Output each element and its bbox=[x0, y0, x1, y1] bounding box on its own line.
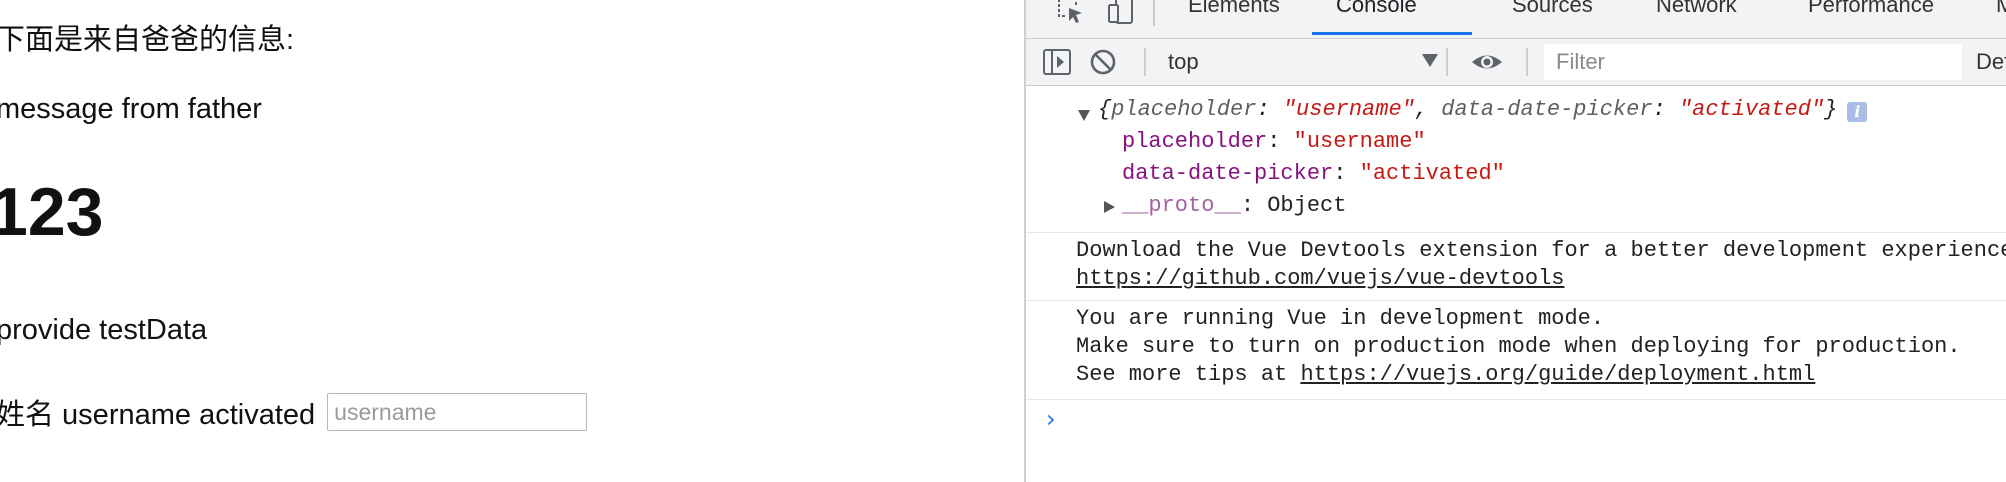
log-levels-dropdown[interactable]: Default levels bbox=[1976, 49, 2006, 75]
tab-separator bbox=[1153, 0, 1155, 26]
console-message-devtools: Download the Vue Devtools extension for … bbox=[1026, 233, 2006, 301]
console-prompt-chevron-icon: › bbox=[1046, 405, 1056, 433]
deployment-tips-link[interactable]: https://vuejs.org/guide/deployment.html bbox=[1300, 362, 1815, 387]
console-message-object: {placeholder: "username", data-date-pick… bbox=[1026, 86, 2006, 233]
username-input[interactable] bbox=[327, 393, 588, 431]
device-toolbar-icon[interactable] bbox=[1107, 0, 1137, 26]
tab-network[interactable]: Network bbox=[1656, 0, 1737, 18]
active-tab-indicator bbox=[1312, 32, 1472, 35]
object-summary[interactable]: {placeholder: "username", data-date-pick… bbox=[1098, 96, 1868, 124]
live-expression-eye-icon[interactable] bbox=[1470, 47, 1504, 77]
console-output: {placeholder: "username", data-date-pick… bbox=[1026, 86, 2006, 482]
toolbar-separator bbox=[1144, 48, 1146, 76]
console-prompt-input[interactable] bbox=[1076, 402, 1996, 434]
dev-mode-line: Make sure to turn on production mode whe… bbox=[1076, 334, 1961, 359]
tab-elements[interactable]: Elements bbox=[1188, 0, 1280, 18]
father-info-heading: 下面是来自爸爸的信息: bbox=[0, 24, 295, 56]
toolbar-separator bbox=[1446, 48, 1448, 76]
context-value: top bbox=[1168, 49, 1199, 74]
dropdown-arrow-icon bbox=[1422, 54, 1438, 67]
tab-console[interactable]: Console bbox=[1336, 0, 1417, 18]
father-message: message from father bbox=[0, 93, 262, 125]
console-message-dev-mode: You are running Vue in development mode.… bbox=[1026, 301, 2006, 400]
deployment-tips-line: See more tips at https://vuejs.org/guide… bbox=[1076, 362, 1816, 387]
tab-sources[interactable]: Sources bbox=[1512, 0, 1593, 18]
provide-test-data: provide testData bbox=[0, 314, 208, 346]
expand-triangle-icon[interactable] bbox=[1104, 201, 1115, 213]
tab-memory[interactable]: Memory bbox=[1996, 0, 2006, 18]
context-selector[interactable]: top bbox=[1168, 48, 1438, 76]
inspect-element-icon[interactable] bbox=[1056, 0, 1086, 26]
object-property-row: placeholder: "username" bbox=[1122, 129, 1426, 154]
proto-row[interactable]: __proto__: Object bbox=[1122, 192, 1346, 220]
dev-mode-line: You are running Vue in development mode. bbox=[1076, 306, 1605, 331]
name-label: 姓名 username activated bbox=[0, 399, 316, 431]
devtools-panel: Elements Console Sources Network Perform… bbox=[1024, 0, 2006, 482]
show-sidebar-icon[interactable] bbox=[1042, 47, 1072, 77]
object-property-row: data-date-picker: "activated" bbox=[1122, 161, 1505, 186]
tab-performance[interactable]: Performance bbox=[1808, 0, 1934, 18]
clear-console-icon[interactable] bbox=[1088, 47, 1118, 77]
big-number: 123 bbox=[0, 174, 104, 250]
name-row: 姓名 username activated bbox=[0, 391, 588, 433]
devtools-extension-text: Download the Vue Devtools extension for … bbox=[1076, 238, 2006, 263]
info-icon[interactable]: i bbox=[1847, 102, 1868, 122]
console-toolbar: top Default levels bbox=[1026, 39, 2006, 86]
devtools-tab-bar: Elements Console Sources Network Perform… bbox=[1026, 0, 2006, 39]
rendered-page: 下面是来自爸爸的信息: message from father 123 prov… bbox=[0, 0, 1024, 482]
collapse-triangle-icon[interactable] bbox=[1078, 110, 1090, 121]
console-filter-input[interactable] bbox=[1544, 44, 1962, 80]
devtools-extension-link[interactable]: https://github.com/vuejs/vue-devtools bbox=[1076, 265, 1564, 293]
toolbar-separator bbox=[1526, 48, 1528, 76]
